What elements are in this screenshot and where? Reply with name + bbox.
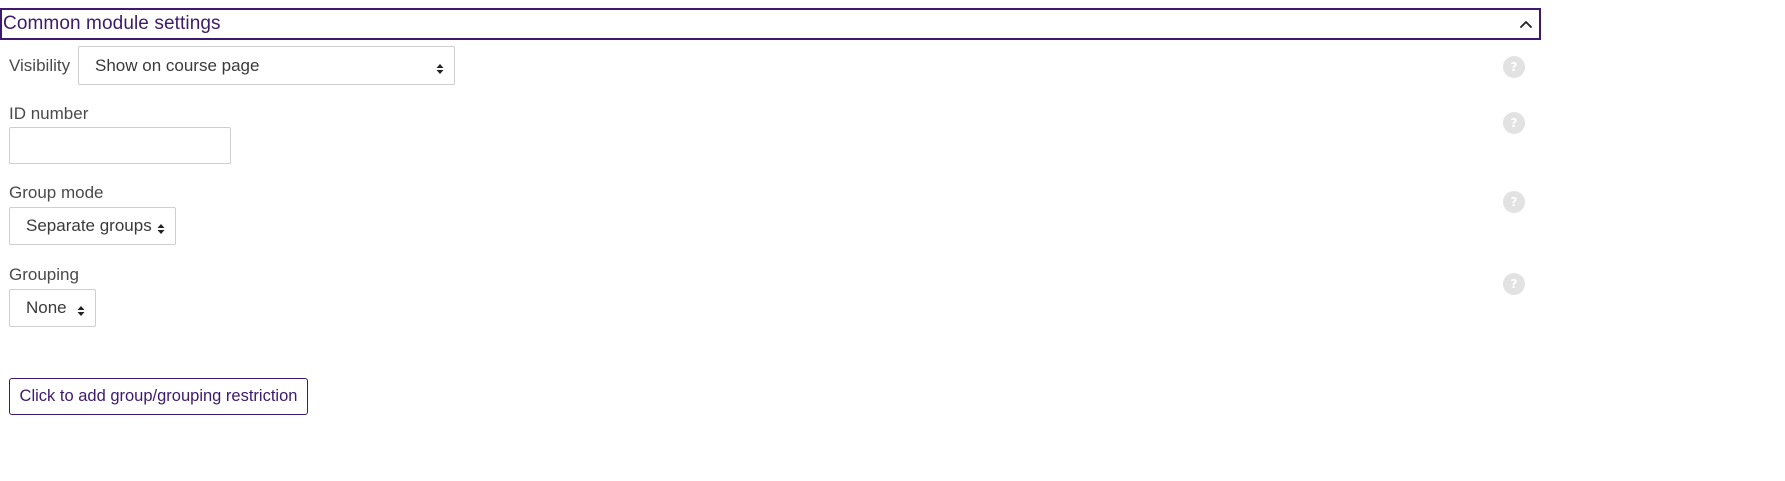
group-mode-selected-value: Separate groups	[26, 216, 152, 235]
help-glyph: ?	[1510, 60, 1518, 74]
group-mode-label: Group mode	[9, 183, 104, 202]
grouping-help-icon[interactable]: ?	[1503, 273, 1525, 295]
id-number-input[interactable]	[9, 127, 231, 164]
help-glyph: ?	[1510, 116, 1518, 130]
section-title: Common module settings	[3, 13, 221, 34]
visibility-select[interactable]: Show on course page	[78, 46, 455, 85]
help-glyph: ?	[1510, 277, 1518, 291]
select-arrows-icon	[77, 302, 85, 316]
id-number-help-icon[interactable]: ?	[1503, 112, 1525, 134]
grouping-selected-value: None	[26, 298, 67, 317]
select-arrows-icon	[436, 60, 444, 74]
visibility-label: Visibility	[9, 56, 71, 75]
group-mode-help-icon[interactable]: ?	[1503, 191, 1525, 213]
select-arrows-icon	[157, 220, 165, 234]
group-mode-select[interactable]: Separate groups	[9, 207, 176, 245]
section-header[interactable]: Common module settings	[0, 8, 1541, 40]
id-number-label: ID number	[9, 104, 89, 123]
grouping-label: Grouping	[9, 265, 79, 284]
visibility-selected-value: Show on course page	[95, 55, 260, 75]
visibility-help-icon[interactable]: ?	[1503, 56, 1525, 78]
chevron-up-icon[interactable]	[1515, 13, 1537, 35]
help-glyph: ?	[1510, 195, 1518, 209]
grouping-select[interactable]: None	[9, 289, 96, 327]
common-module-settings-page: Common module settings Visibility Show o…	[0, 0, 1785, 481]
add-group-restriction-button[interactable]: Click to add group/grouping restriction	[9, 378, 308, 415]
